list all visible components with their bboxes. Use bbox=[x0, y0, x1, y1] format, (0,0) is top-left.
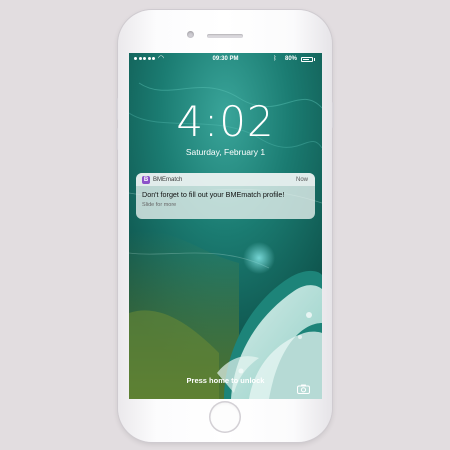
lock-screen[interactable]: ◠ 09:30 PM ᛒ 80% 4:02 Saturday, February… bbox=[129, 53, 322, 399]
notification-banner[interactable]: B BMEmatch Now Don't forget to fill out … bbox=[136, 173, 315, 219]
notification-header: B BMEmatch Now bbox=[136, 173, 315, 186]
camera-icon[interactable] bbox=[297, 384, 310, 394]
home-button[interactable] bbox=[209, 401, 241, 433]
lock-clock: 4:02 bbox=[176, 97, 275, 146]
battery-fill bbox=[303, 59, 310, 60]
status-bar: ◠ 09:30 PM ᛒ 80% bbox=[129, 53, 322, 65]
notification-message: Don't forget to fill out your BMEmatch p… bbox=[142, 190, 285, 199]
lock-date: Saturday, February 1 bbox=[185, 147, 266, 157]
volume-down-button bbox=[116, 128, 118, 150]
volume-up-button bbox=[116, 98, 118, 120]
battery-tip bbox=[314, 58, 315, 61]
front-camera bbox=[187, 31, 194, 38]
battery-percent: 80% bbox=[285, 56, 298, 62]
notification-time: Now bbox=[295, 177, 308, 183]
notification-app-name: BMEmatch bbox=[153, 177, 183, 183]
iphone-device: ◠ 09:30 PM ᛒ 80% 4:02 Saturday, February… bbox=[116, 10, 334, 442]
battery-icon bbox=[301, 57, 313, 62]
bluetooth-icon: ᛒ bbox=[273, 56, 277, 62]
app-icon: B bbox=[142, 176, 150, 184]
power-button bbox=[332, 102, 334, 128]
earpiece-speaker bbox=[207, 34, 243, 38]
unlock-hint: Press home to unlock bbox=[186, 376, 265, 385]
notification-subtext: Slide for more bbox=[142, 202, 177, 208]
